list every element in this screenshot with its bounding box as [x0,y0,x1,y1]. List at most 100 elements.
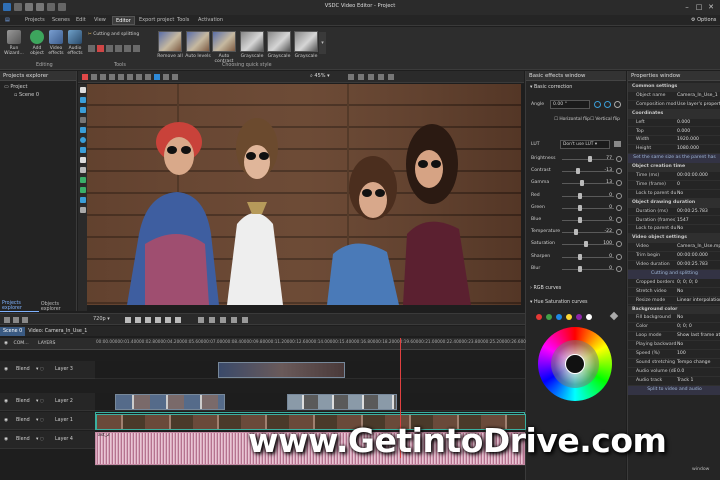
property-row[interactable]: Top 0.000 [628,128,720,137]
track-header[interactable]: ◉ Blend ▾ ◌ Layer 1 [0,412,95,430]
flip-icon[interactable] [163,74,169,80]
menu-activation[interactable]: Activation [195,16,226,25]
style-auto-levels-thumb[interactable] [186,31,210,52]
property-row[interactable]: Video Camera_In_Use.mp4 [628,243,720,253]
options-button[interactable]: ⚙ Options [688,16,719,25]
tab-video-object[interactable]: Video: Camera_In_Use_1 [25,327,90,336]
app-menu-icon[interactable]: ▤ [2,16,20,25]
zoom-out-icon[interactable] [209,317,215,323]
property-row[interactable]: Speed (%) 100 [628,350,720,359]
property-row[interactable]: Duration (frames) 1547 [628,217,720,226]
rgb-curves-section[interactable]: › RGB curves [530,286,561,291]
blend-mode-label[interactable]: Blend [16,361,30,379]
style-grayscale-thumb-3[interactable] [294,31,318,52]
slider-knob[interactable] [578,204,582,211]
close-button[interactable]: ✕ [706,2,716,12]
property-row[interactable]: Width 1920.000 [628,136,720,146]
lock-icon[interactable]: ▾ ◌ [36,431,44,449]
align-left-icon[interactable] [100,74,106,80]
distribute-icon[interactable] [127,74,133,80]
snap-icon[interactable] [154,74,160,80]
property-section[interactable]: Background color [628,305,720,315]
property-row[interactable]: Sound stretching moTempo change [628,359,720,368]
curve-color-dot[interactable] [576,314,582,320]
property-row[interactable]: Loop mode Show last frame at the... [628,332,720,342]
property-value[interactable]: Tempo change [677,359,720,368]
property-action-button[interactable]: Cutting and splitting [628,269,720,279]
property-value[interactable]: 00:00:00.000 [677,172,720,181]
menu-editor[interactable]: Editor [112,16,135,25]
property-action-button[interactable]: Set the same size as the parent has [628,154,720,164]
safe-area-icon[interactable] [378,74,384,80]
reset-icon[interactable] [616,168,622,175]
animation-tool-icon[interactable] [79,187,86,193]
pointer-icon[interactable] [79,87,86,93]
video-preview[interactable] [87,84,521,305]
reset-icon[interactable] [616,217,622,223]
basic-correction-section[interactable]: ▾ Basic correction [530,85,572,90]
property-value[interactable]: Camera_In_Use_1 [677,92,720,101]
slider-saturation[interactable]: Saturation 100 [526,238,627,250]
style-remove-all-thumb[interactable] [158,31,182,52]
minimize-button[interactable]: – [682,2,692,12]
reset-icon[interactable] [616,229,622,236]
property-value[interactable]: Camera_In_Use.mp4 [677,243,720,252]
property-row[interactable]: Cropped borders 0; 0; 0; 0 [628,279,720,288]
guides-icon[interactable] [368,74,374,80]
style-auto-contrast-thumb[interactable] [212,31,236,52]
property-value[interactable]: 0; 0; 0 [677,323,720,332]
grid-icon[interactable] [124,45,131,52]
slider-blur[interactable]: Blur 0 [526,263,627,275]
grid-toggle-icon[interactable] [358,74,364,80]
property-value[interactable]: 0 [677,181,720,190]
track-header[interactable]: ◉ Blend ▾ ◌ Layer 4 [0,431,95,449]
lock-icon[interactable]: ▾ ◌ [36,393,44,411]
slider-knob[interactable] [576,168,581,175]
hue-curves-section[interactable]: ▾ Hue Saturation curves [530,300,588,305]
blend-mode-label[interactable]: Blend [16,431,30,449]
cut-icon[interactable] [4,317,10,323]
slider-knob[interactable] [588,156,593,162]
property-value[interactable]: 0.0 [677,368,720,377]
property-value[interactable]: 1920.000 [677,136,720,145]
property-section[interactable]: Object creation time [628,163,720,172]
fit-icon[interactable] [348,74,354,80]
eye-icon[interactable]: ◉ [4,431,8,449]
rotate-icon[interactable] [106,45,113,52]
layout-icon[interactable] [91,74,97,80]
timeline-clip[interactable] [115,394,225,410]
property-value[interactable]: 0; 0; 0; 0 [677,279,720,288]
rotate-left-icon[interactable] [594,101,601,108]
reset-icon[interactable] [616,204,622,211]
slider-knob[interactable] [574,229,579,236]
stop-icon[interactable] [145,317,151,323]
mask-tool-icon[interactable] [79,207,86,213]
lut-select[interactable]: Don't use LUT ▾ [560,140,610,149]
video-tool-icon[interactable] [79,107,86,113]
property-row[interactable]: Resize mode Linear interpolation [628,297,720,306]
curve-color-dot[interactable] [546,314,552,320]
align-icon[interactable] [133,45,140,52]
window-tab-label[interactable]: window [692,467,709,472]
next-frame-icon[interactable] [165,317,171,323]
slider-gamma[interactable]: Gamma 13 [526,177,627,189]
chart-tool-icon[interactable] [79,177,86,183]
menu-edit[interactable]: Edit [73,16,89,25]
slider-brightness[interactable]: Brightness 77 [526,153,627,165]
style-grayscale-thumb-2[interactable] [267,31,291,52]
blend-mode-label[interactable]: Blend [16,393,30,411]
property-value[interactable]: 1547 [677,217,720,226]
property-row[interactable]: Audio track Track 1 [628,377,720,386]
hue-color-wheel[interactable] [538,327,612,401]
style-scroll-button[interactable]: ▾ [319,32,326,54]
slider-knob[interactable] [580,180,585,187]
property-value[interactable]: Linear interpolation [677,297,720,306]
track-lane-layer-2[interactable] [95,393,525,411]
property-row[interactable]: Composition modeUse layer's properties [628,101,720,110]
reset-icon[interactable] [616,253,622,260]
blend-mode-label[interactable]: Blend [16,412,30,430]
rotate-right-icon[interactable] [604,101,611,108]
zoom-combo[interactable]: ⌕ 45% ▾ [310,73,330,79]
pause-icon[interactable] [135,317,141,323]
property-value[interactable]: No [677,288,720,297]
